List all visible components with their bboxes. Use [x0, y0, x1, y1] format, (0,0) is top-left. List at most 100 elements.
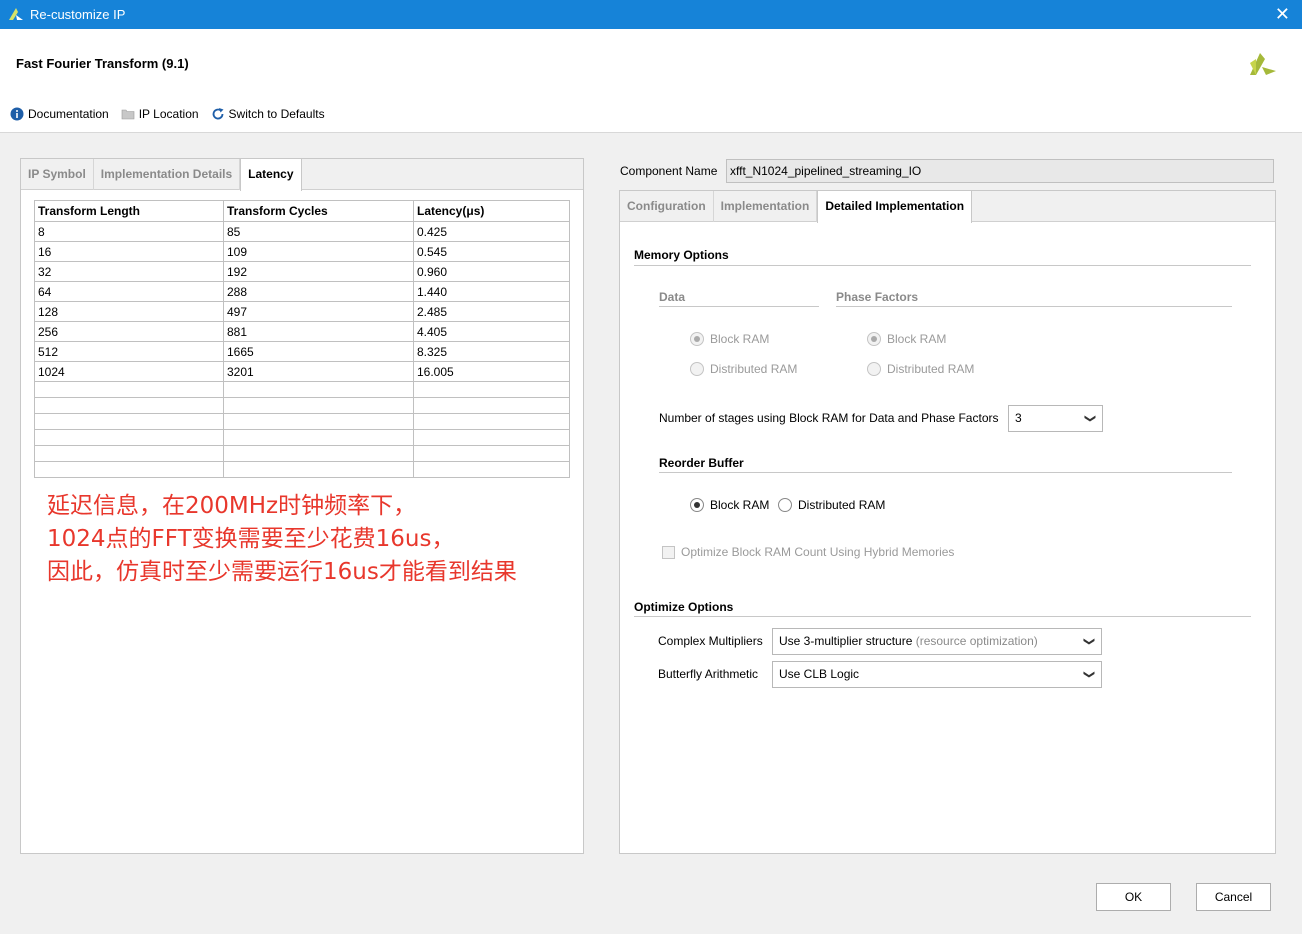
radio-label: Block RAM — [710, 498, 770, 512]
phase-block-ram-radio[interactable]: Block RAM — [867, 332, 946, 346]
tab-detailed-implementation[interactable]: Detailed Implementation — [817, 191, 973, 223]
radio-label: Distributed RAM — [710, 362, 798, 376]
info-icon — [10, 107, 24, 121]
phase-distributed-ram-radio[interactable]: Distributed RAM — [867, 362, 974, 376]
tab-implementation[interactable]: Implementation — [714, 191, 818, 222]
xilinx-logo-icon — [1250, 53, 1276, 75]
refresh-icon — [212, 108, 224, 120]
switch-defaults-label: Switch to Defaults — [228, 107, 325, 121]
table-row[interactable]: 64 288 1.440 — [34, 281, 570, 302]
butterfly-value: Use CLB Logic — [779, 667, 860, 681]
radio-icon — [690, 362, 704, 376]
switch-defaults-button[interactable]: Switch to Defaults — [211, 107, 325, 121]
note-line: 1024点的FFT变换需要至少花费16us， — [47, 526, 455, 552]
table-cell: 288 — [223, 281, 414, 302]
ok-button[interactable]: OK — [1096, 883, 1171, 911]
reorder-buffer-title: Reorder Buffer — [659, 456, 744, 470]
component-name-field[interactable]: xfft_N1024_pipelined_streaming_IO — [726, 159, 1274, 183]
window-titlebar: Re-customize IP ✕ — [0, 0, 1302, 29]
complex-multipliers-label: Complex Multipliers — [658, 634, 763, 648]
data-title: Data — [659, 290, 686, 304]
toolbar: Documentation IP Location Switch to Defa… — [10, 107, 325, 121]
table-row[interactable]: 8 85 0.425 — [34, 221, 570, 242]
table-cell: 3201 — [223, 361, 414, 382]
table-cell: 8 — [34, 221, 224, 242]
divider — [659, 472, 1232, 473]
table-row — [34, 445, 570, 462]
radio-icon — [867, 362, 881, 376]
reorder-block-ram-radio[interactable]: Block RAM — [690, 498, 769, 512]
complex-hint: (resource optimization) — [915, 634, 1038, 648]
close-icon[interactable]: ✕ — [1275, 4, 1290, 24]
table-row[interactable]: 16 109 0.545 — [34, 241, 570, 262]
table-cell: 881 — [223, 321, 414, 342]
complex-value: Use 3-multiplier structure — [779, 634, 913, 648]
tab-ip-symbol[interactable]: IP Symbol — [21, 159, 94, 190]
hybrid-memories-checkbox[interactable]: Optimize Block RAM Count Using Hybrid Me… — [662, 545, 954, 559]
documentation-button[interactable]: Documentation — [10, 107, 109, 121]
table-row[interactable]: 256 881 4.405 — [34, 321, 570, 342]
chevron-down-icon: ❯ — [1083, 413, 1096, 424]
ip-location-label: IP Location — [138, 107, 199, 121]
note-line: 因此，仿真时至少需要运行16us才能看到结果 — [47, 559, 517, 585]
note-line: 延迟信息，在200MHz时钟频率下， — [47, 493, 417, 519]
stages-value: 3 — [1015, 411, 1022, 425]
table-cell: 4.405 — [413, 321, 570, 342]
table-row[interactable]: 512 1665 8.325 — [34, 341, 570, 362]
table-row[interactable]: 1024 3201 16.005 — [34, 361, 570, 382]
table-cell: 2.485 — [413, 301, 570, 322]
radio-label: Block RAM — [887, 332, 947, 346]
table-cell: 256 — [34, 321, 224, 342]
ip-location-button[interactable]: IP Location — [121, 107, 199, 121]
butterfly-arithmetic-label: Butterfly Arithmetic — [658, 667, 759, 681]
phase-factors-title: Phase Factors — [836, 290, 919, 304]
table-row — [34, 397, 570, 414]
table-cell: 85 — [223, 221, 414, 242]
tab-configuration[interactable]: Configuration — [620, 191, 714, 222]
table-cell: 512 — [34, 341, 224, 362]
data-distributed-ram-radio[interactable]: Distributed RAM — [690, 362, 797, 376]
chevron-down-icon: ❯ — [1082, 636, 1095, 647]
checkbox-label: Optimize Block RAM Count Using Hybrid Me… — [681, 545, 955, 559]
table-row — [34, 381, 570, 398]
column-header: Latency(μs) — [413, 200, 570, 222]
right-tabs: Configuration Implementation Detailed Im… — [620, 191, 1275, 223]
stages-label: Number of stages using Block RAM for Dat… — [659, 411, 999, 425]
cancel-button[interactable]: Cancel — [1196, 883, 1271, 911]
table-cell: 16 — [34, 241, 224, 262]
table-row[interactable]: 128 497 2.485 — [34, 301, 570, 322]
divider — [659, 306, 819, 307]
optimize-options-title: Optimize Options — [634, 600, 734, 614]
table-row — [34, 461, 570, 478]
table-cell: 64 — [34, 281, 224, 302]
divider — [634, 265, 1251, 266]
table-cell: 192 — [223, 261, 414, 282]
table-cell: 1665 — [223, 341, 414, 362]
data-block-ram-radio[interactable]: Block RAM — [690, 332, 769, 346]
stages-select[interactable]: 3 ❯ — [1008, 405, 1103, 432]
table-row[interactable]: 32 192 0.960 — [34, 261, 570, 282]
checkbox-icon — [662, 545, 675, 559]
radio-label: Distributed RAM — [798, 498, 886, 512]
radio-icon — [690, 332, 704, 346]
latency-table: Transform Length Transform Cycles Latenc… — [34, 200, 570, 478]
annotation-note: 延迟信息，在200MHz时钟频率下， 1024点的FFT变换需要至少花费16us… — [47, 490, 517, 589]
chevron-down-icon: ❯ — [1082, 669, 1095, 680]
table-cell: 128 — [34, 301, 224, 322]
reorder-distributed-ram-radio[interactable]: Distributed RAM — [778, 498, 885, 512]
table-cell: 8.325 — [413, 341, 570, 362]
table-cell: 109 — [223, 241, 414, 262]
radio-label: Block RAM — [710, 332, 770, 346]
radio-icon — [690, 498, 704, 512]
component-name-label: Component Name — [620, 164, 718, 178]
table-cell: 32 — [34, 261, 224, 282]
table-row — [34, 429, 570, 446]
table-cell: 0.425 — [413, 221, 570, 242]
butterfly-arithmetic-select[interactable]: Use CLB Logic ❯ — [772, 661, 1102, 688]
xilinx-logo-icon — [9, 8, 23, 20]
tab-latency[interactable]: Latency — [240, 159, 302, 191]
tab-implementation-details[interactable]: Implementation Details — [94, 159, 241, 190]
table-cell: 497 — [223, 301, 414, 322]
page-title: Fast Fourier Transform (9.1) — [16, 56, 189, 71]
complex-multipliers-select[interactable]: Use 3-multiplier structure (resource opt… — [772, 628, 1102, 655]
